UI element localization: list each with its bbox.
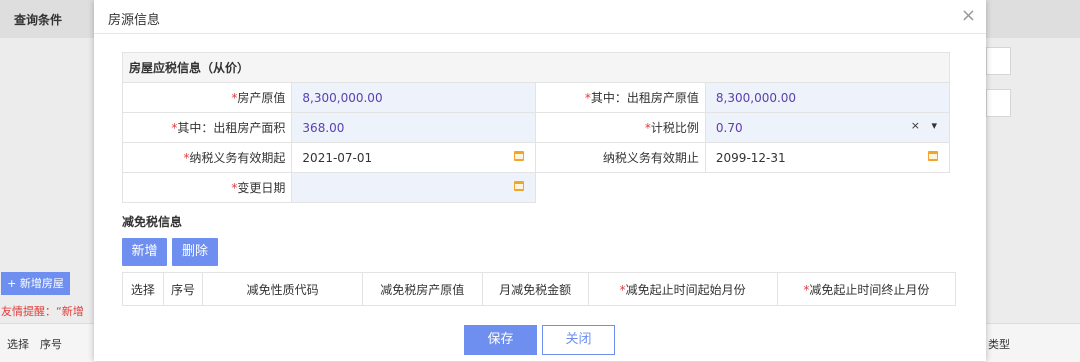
background-input-1[interactable] xyxy=(986,47,1011,75)
col-relief-code: 减免性质代码 xyxy=(202,272,363,306)
close-button[interactable]: 关闭 xyxy=(542,325,615,355)
obligation-end-label: 纳税义务有效期止 xyxy=(535,142,706,173)
col-select: 选择 xyxy=(122,272,164,306)
change-date-label: *变更日期 xyxy=(121,172,293,203)
house-info-modal: 房源信息 × 房屋应税信息（从价） *房产原值 8,300,000.00 *其中… xyxy=(94,0,986,361)
modal-header: 房源信息 × xyxy=(94,0,986,34)
rent-original-value-label: *其中：出租房产原值 xyxy=(535,82,706,113)
calendar-icon[interactable] xyxy=(514,151,525,161)
delete-relief-button[interactable]: 删除 xyxy=(172,238,218,266)
tax-ratio-label: *计税比例 xyxy=(535,112,706,143)
relief-section-title: 减免税信息 xyxy=(122,215,183,229)
bg-col-seq: 序号 xyxy=(40,338,62,351)
rent-area-field[interactable]: 368.00 xyxy=(291,112,537,143)
add-house-button[interactable]: + 新增房屋 xyxy=(1,272,70,295)
select-clear-dropdown-icon[interactable]: × ▾ xyxy=(911,119,941,132)
empty-cell xyxy=(535,172,950,203)
col-end-month: *减免起止时间终止月份 xyxy=(776,272,957,306)
modal-title: 房源信息 xyxy=(108,13,161,28)
relief-table: 选择 序号 减免性质代码 减免税房产原值 月减免税金额 *减免起止时间起始月份 … xyxy=(122,272,957,306)
obligation-start-field[interactable]: 2021-07-01 xyxy=(291,142,537,173)
rent-original-value-field[interactable]: 8,300,000.00 xyxy=(704,82,951,113)
col-start-month: *减免起止时间起始月份 xyxy=(587,272,778,306)
add-relief-button[interactable]: 新增 xyxy=(122,238,167,266)
calendar-icon[interactable] xyxy=(928,151,938,161)
col-seq: 序号 xyxy=(162,272,204,306)
calendar-icon[interactable] xyxy=(514,181,525,191)
original-value-field[interactable]: 8,300,000.00 xyxy=(291,82,537,113)
tax-section-title: 房屋应税信息（从价） xyxy=(122,52,950,83)
rent-area-label: *其中：出租房产面积 xyxy=(121,112,293,143)
original-value-label: *房产原值 xyxy=(121,82,293,113)
friendly-tip: 友情提醒：“新增 xyxy=(1,305,84,318)
change-date-field[interactable] xyxy=(291,172,537,203)
tax-info-table: 房屋应税信息（从价） *房产原值 8,300,000.00 *其中：出租房产原值… xyxy=(121,52,951,203)
obligation-end-field[interactable]: 2099-12-31 xyxy=(704,142,951,173)
save-button[interactable]: 保存 xyxy=(464,325,537,355)
col-property-value: 减免税房产原值 xyxy=(361,272,483,306)
background-input-2[interactable] xyxy=(986,89,1011,117)
bg-col-type: 类型 xyxy=(988,338,1010,351)
col-monthly-amount: 月减免税金额 xyxy=(481,272,589,306)
tax-ratio-select[interactable]: 0.70 × ▾ xyxy=(704,112,951,143)
bg-col-select: 选择 xyxy=(7,338,29,351)
query-conditions-title: 查询条件 xyxy=(14,13,63,27)
close-icon[interactable]: × xyxy=(961,5,976,26)
obligation-start-label: *纳税义务有效期起 xyxy=(121,142,293,173)
